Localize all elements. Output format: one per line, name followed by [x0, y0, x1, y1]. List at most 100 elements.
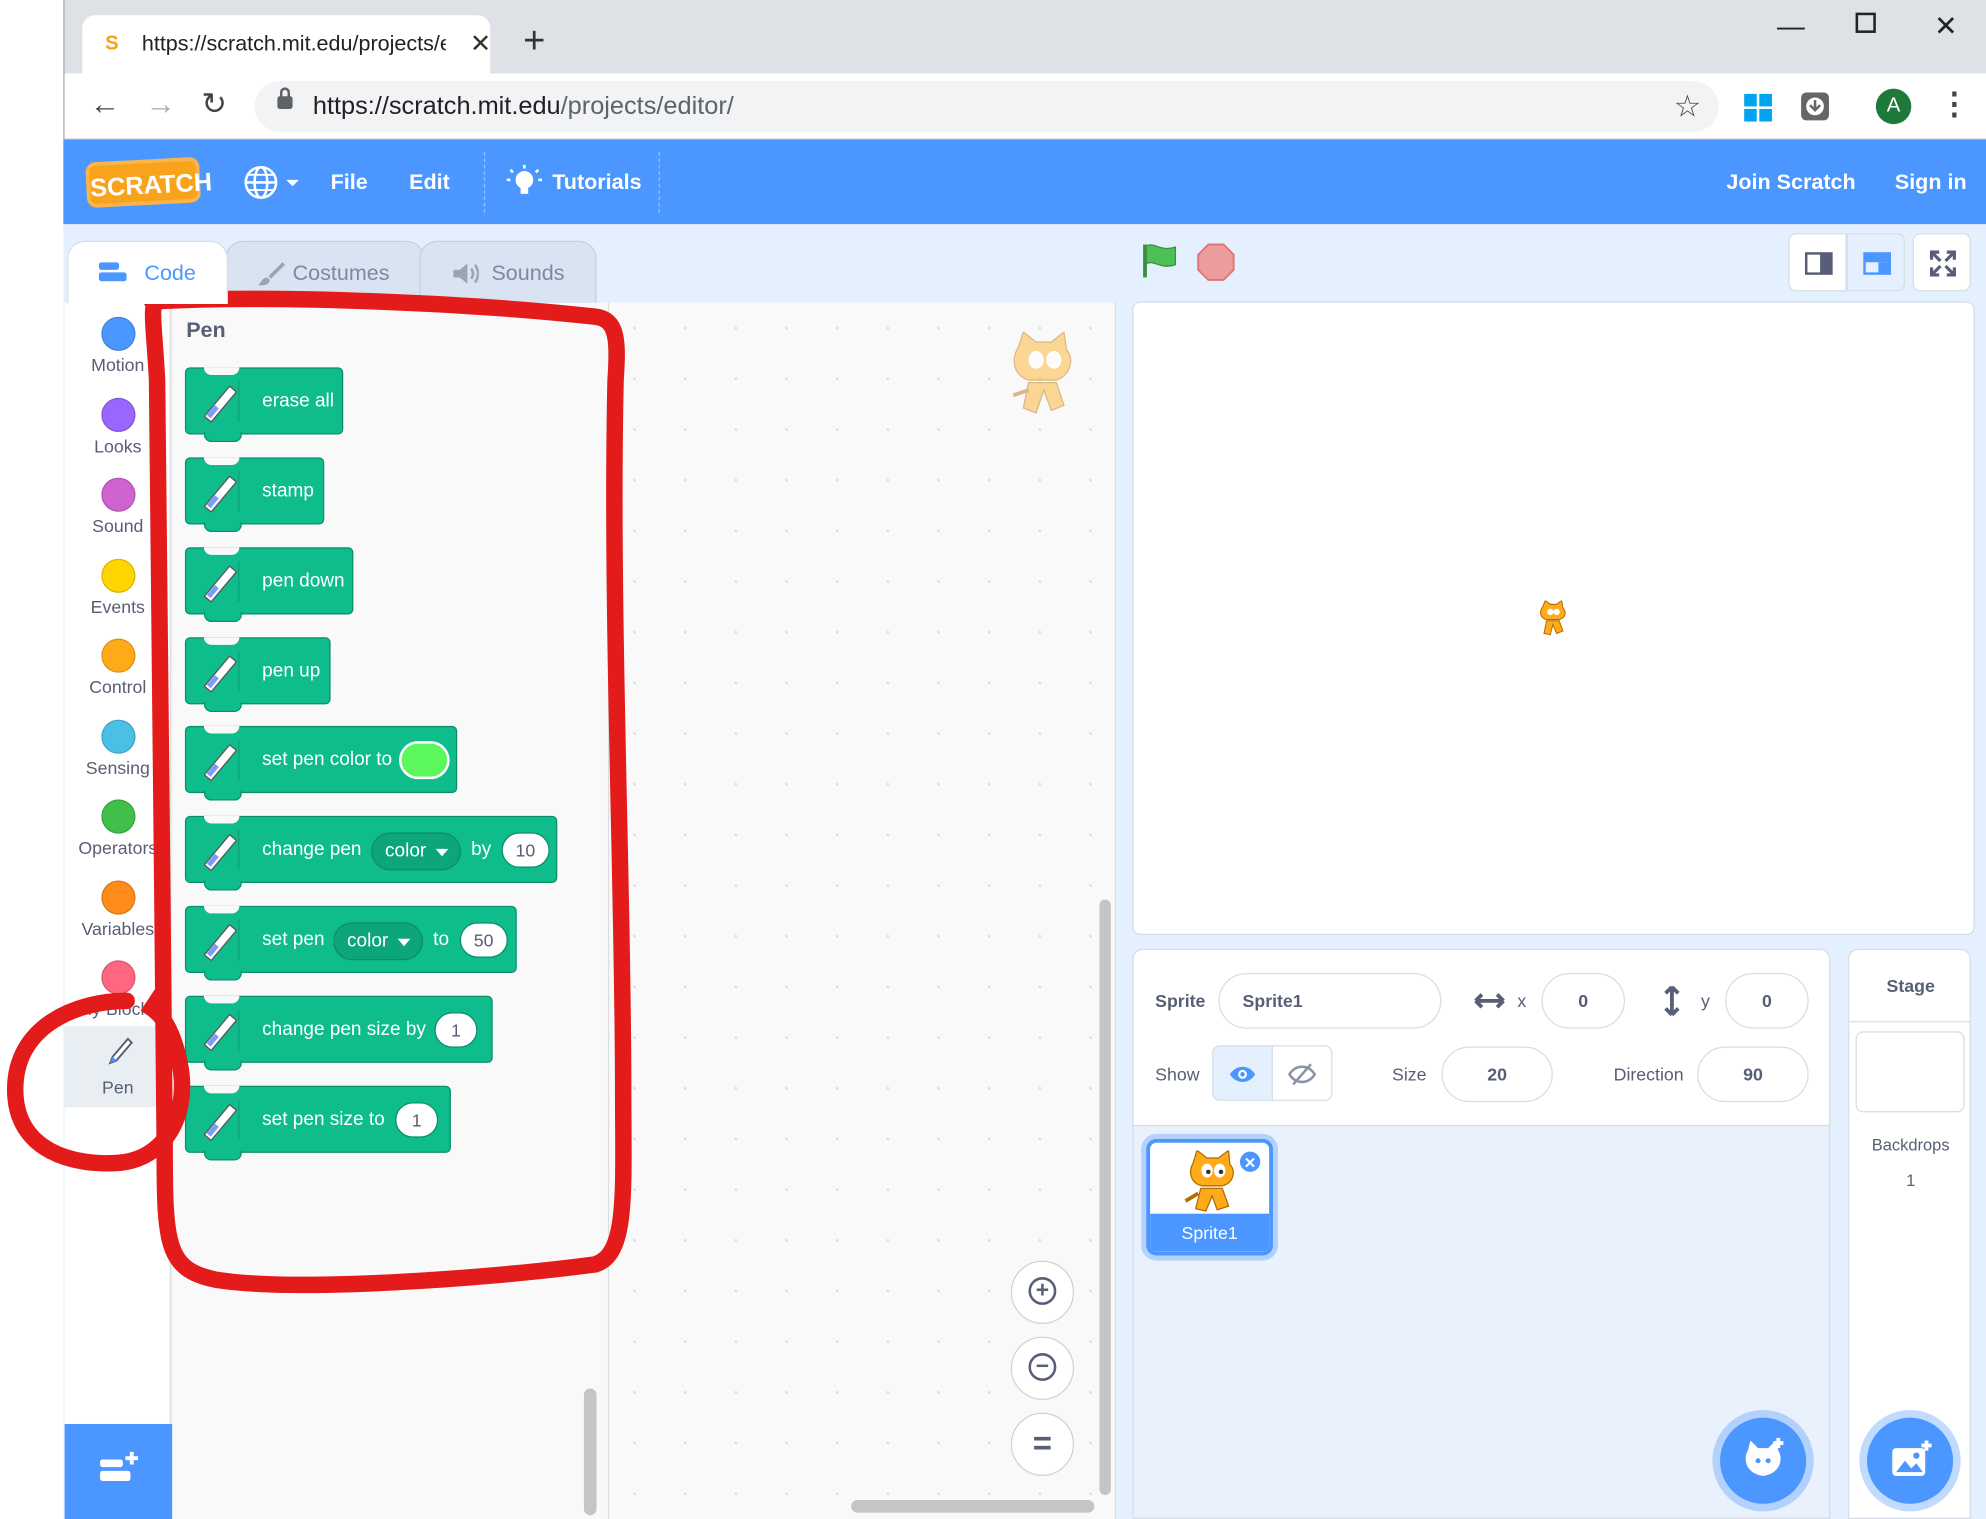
block-set-pen-size[interactable]: set pen size to 1: [184, 1085, 451, 1161]
code-blocks-icon: [98, 262, 127, 282]
pen-block-icon: [199, 829, 240, 871]
category-operators[interactable]: Operators: [65, 789, 171, 870]
category-dot: [101, 638, 136, 673]
block-change-pen-param[interactable]: change pen color by 10: [184, 815, 558, 891]
address-bar[interactable]: https://scratch.mit.edu/projects/editor/…: [254, 81, 1719, 132]
add-sprite-cat-icon: [1745, 1437, 1784, 1476]
category-dot: [101, 880, 136, 915]
small-stage-button[interactable]: [1788, 233, 1847, 292]
category-dot: [101, 316, 136, 351]
block-label: set pen color to: [262, 748, 393, 771]
category-motion[interactable]: Motion: [65, 307, 171, 388]
forward-icon[interactable]: →: [146, 86, 176, 124]
profile-avatar[interactable]: A: [1875, 88, 1912, 125]
block-label: set pen size to: [262, 1108, 385, 1131]
workspace-vertical-scrollbar[interactable]: [1099, 899, 1111, 1495]
green-flag-icon[interactable]: [1140, 242, 1181, 280]
zoom-reset-button[interactable]: =: [1010, 1412, 1075, 1476]
tutorials-button[interactable]: Tutorials: [552, 170, 641, 195]
number-input[interactable]: 10: [501, 832, 550, 868]
show-sprite-button[interactable]: [1212, 1045, 1273, 1101]
stage-sprite-cat-icon[interactable]: [1535, 600, 1570, 639]
block-label: erase all: [262, 390, 335, 412]
stage-thumbnail[interactable]: [1855, 1031, 1965, 1113]
sprite-name-field[interactable]: Sprite1: [1218, 972, 1442, 1029]
block-label: by: [471, 838, 492, 861]
normal-stage-icon: [1863, 252, 1892, 275]
category-variables[interactable]: Variables: [65, 870, 171, 951]
reload-icon[interactable]: ↻: [201, 86, 226, 124]
category-sensing[interactable]: Sensing: [65, 709, 171, 790]
scratch-favicon-icon: S: [105, 32, 119, 55]
number-input[interactable]: 50: [459, 922, 508, 958]
y-label: y: [1701, 990, 1710, 1011]
tab-costumes[interactable]: Costumes: [225, 240, 425, 305]
edit-menu[interactable]: Edit: [409, 170, 450, 195]
direction-label: Direction: [1613, 1064, 1684, 1085]
block-set-pen-param[interactable]: set pen color to 50: [184, 905, 517, 981]
direction-field[interactable]: 90: [1697, 1046, 1809, 1103]
language-globe-icon[interactable]: [243, 165, 301, 200]
block-label: change pen: [262, 838, 362, 861]
block-erase-all[interactable]: erase all: [184, 367, 344, 443]
choose-sprite-button[interactable]: [1720, 1417, 1807, 1504]
x-label: x: [1517, 990, 1527, 1011]
tab-title: https://scratch.mit.edu/projects/e: [141, 31, 446, 56]
minimize-icon[interactable]: —: [1777, 10, 1805, 43]
block-stamp[interactable]: stamp: [184, 457, 325, 533]
tab-sounds[interactable]: Sounds: [419, 240, 597, 305]
maximize-icon[interactable]: [1855, 12, 1876, 33]
back-icon[interactable]: ←: [90, 86, 120, 124]
block-set-pen-color[interactable]: set pen color to: [184, 725, 458, 801]
category-label: Motion: [91, 354, 145, 376]
scratch-menubar: SCRATCH File Edit Tutorials Join Scratch…: [63, 139, 1986, 225]
y-position-field[interactable]: 0: [1725, 972, 1809, 1029]
fullscreen-button[interactable]: [1912, 233, 1971, 292]
bookmark-star-icon[interactable]: ☆: [1674, 89, 1701, 126]
scratch-logo[interactable]: SCRATCH: [85, 156, 213, 209]
horizontal-arrows-icon: [1474, 993, 1505, 1009]
category-my-blocks[interactable]: My Blocks: [65, 950, 171, 1031]
param-dropdown[interactable]: color: [371, 832, 461, 871]
category-pen[interactable]: Pen: [64, 1026, 171, 1108]
category-label: Pen: [102, 1076, 134, 1098]
add-extension-button[interactable]: [64, 1423, 173, 1519]
zoom-in-button[interactable]: +: [1010, 1260, 1075, 1324]
param-dropdown[interactable]: color: [333, 922, 423, 961]
number-input[interactable]: 1: [395, 1102, 439, 1138]
new-tab-icon[interactable]: +: [523, 22, 545, 61]
zoom-out-button[interactable]: −: [1010, 1336, 1075, 1400]
category-control[interactable]: Control: [65, 628, 171, 709]
category-looks[interactable]: Looks: [65, 388, 171, 469]
sign-in-button[interactable]: Sign in: [1895, 170, 1967, 195]
block-pen-up[interactable]: pen up: [184, 637, 331, 712]
join-scratch-button[interactable]: Join Scratch: [1726, 170, 1855, 195]
browser-menu-icon[interactable]: ⋮: [1939, 86, 1969, 124]
block-pen-down[interactable]: pen down: [184, 547, 354, 623]
pen-color-picker[interactable]: [398, 741, 450, 780]
choose-backdrop-button[interactable]: [1866, 1417, 1954, 1504]
category-label: Variables: [81, 918, 155, 939]
hide-sprite-button[interactable]: [1271, 1045, 1333, 1101]
workspace-horizontal-scrollbar[interactable]: [851, 1500, 1095, 1513]
file-menu[interactable]: File: [331, 170, 368, 195]
x-position-field[interactable]: 0: [1541, 972, 1626, 1029]
normal-stage-button[interactable]: [1846, 233, 1905, 292]
number-input[interactable]: 1: [434, 1012, 478, 1048]
tab-code[interactable]: Code: [67, 240, 228, 305]
vertical-arrows-icon: [1664, 985, 1680, 1017]
download-extension-icon[interactable]: [1800, 91, 1830, 121]
tab-close-icon[interactable]: ✕: [470, 28, 491, 60]
size-field[interactable]: 20: [1441, 1046, 1553, 1103]
category-events[interactable]: Events: [65, 549, 171, 630]
palette-scrollbar[interactable]: [583, 1388, 597, 1516]
lock-icon: [277, 87, 293, 109]
delete-sprite-icon[interactable]: ✕: [1238, 1150, 1262, 1174]
browser-tab[interactable]: S https://scratch.mit.edu/projects/e ✕: [82, 15, 491, 74]
windows-extension-icon[interactable]: [1744, 93, 1772, 122]
category-sound[interactable]: Sound: [65, 467, 171, 548]
sprite-thumbnail[interactable]: ✕ Sprite1: [1146, 1138, 1273, 1256]
window-close-icon[interactable]: ✕: [1934, 10, 1957, 43]
stop-icon[interactable]: [1196, 242, 1237, 283]
block-change-pen-size[interactable]: change pen size by 1: [184, 995, 493, 1071]
